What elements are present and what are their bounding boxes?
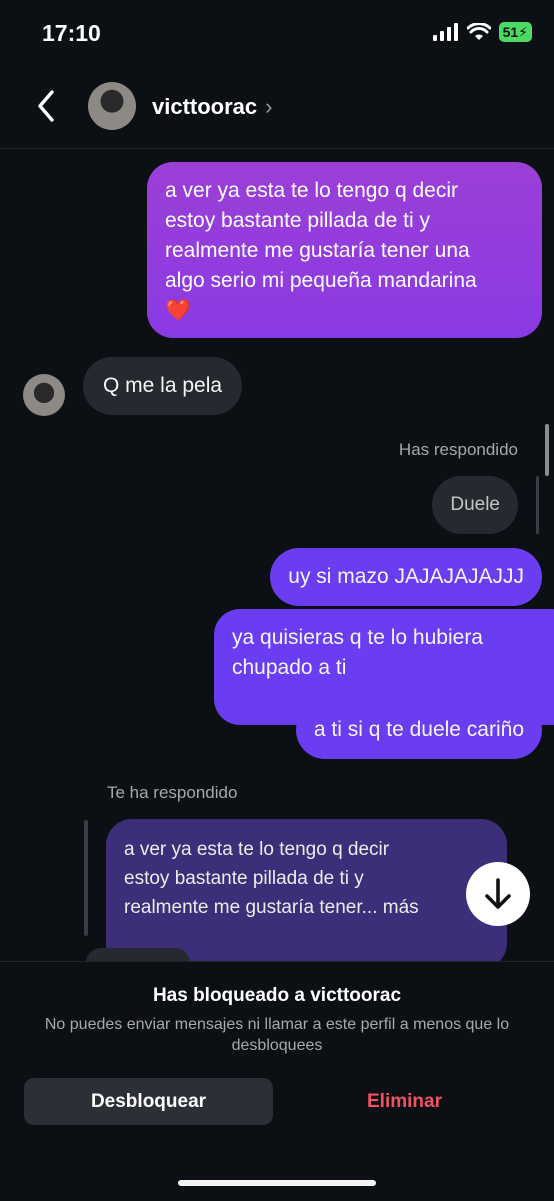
arrow-down-icon: [485, 878, 511, 909]
they-replied-label: Te ha respondido: [107, 783, 238, 802]
sent-message[interactable]: a ver ya esta te lo tengo q decir estoy …: [147, 162, 542, 338]
you-replied-label: Has respondido: [398, 440, 518, 459]
unblock-button[interactable]: Desbloquear: [24, 1078, 273, 1125]
blocked-subtitle: No puedes enviar mensajes ni llamar a es…: [44, 1016, 510, 1054]
quote-indicator-bar: [84, 820, 88, 936]
profile-avatar[interactable]: [88, 82, 136, 130]
chevron-left-icon: [38, 90, 54, 122]
chevron-right-icon: ›: [265, 94, 273, 119]
cellular-signal-icon: [432, 23, 458, 41]
sent-message[interactable]: a ti si q te duele cariño: [295, 701, 542, 759]
back-button[interactable]: [32, 88, 60, 129]
delete-button[interactable]: Eliminar: [280, 1078, 529, 1125]
header-divider: [0, 148, 554, 149]
battery-charging-icon: 51 ⚡: [498, 22, 532, 42]
status-time: 17:10: [42, 20, 101, 46]
sender-avatar[interactable]: [23, 374, 65, 416]
quoted-message[interactable]: a ver ya esta te lo tengo q decir estoy …: [106, 819, 507, 969]
received-message[interactable]: Q me la pela: [83, 357, 243, 415]
battery-level: 51: [502, 24, 519, 40]
scroll-to-bottom-button[interactable]: [466, 862, 530, 926]
profile-name-link[interactable]: victtoorac ›: [152, 94, 272, 120]
reply-indicator-bar: [536, 476, 539, 534]
status-icons: 51 ⚡: [432, 22, 532, 42]
replied-message-quote[interactable]: Duele: [432, 476, 518, 534]
home-indicator[interactable]: [178, 1180, 376, 1186]
username: victtoorac: [152, 94, 258, 119]
bolt-icon: ⚡: [518, 24, 528, 40]
blocked-title: Has bloqueado a victtoorac: [152, 985, 402, 1006]
wifi-icon: [466, 23, 491, 40]
sent-message[interactable]: uy si mazo JAJAJAJAJJJ: [270, 548, 542, 606]
scrollbar-thumb[interactable]: [545, 424, 549, 476]
